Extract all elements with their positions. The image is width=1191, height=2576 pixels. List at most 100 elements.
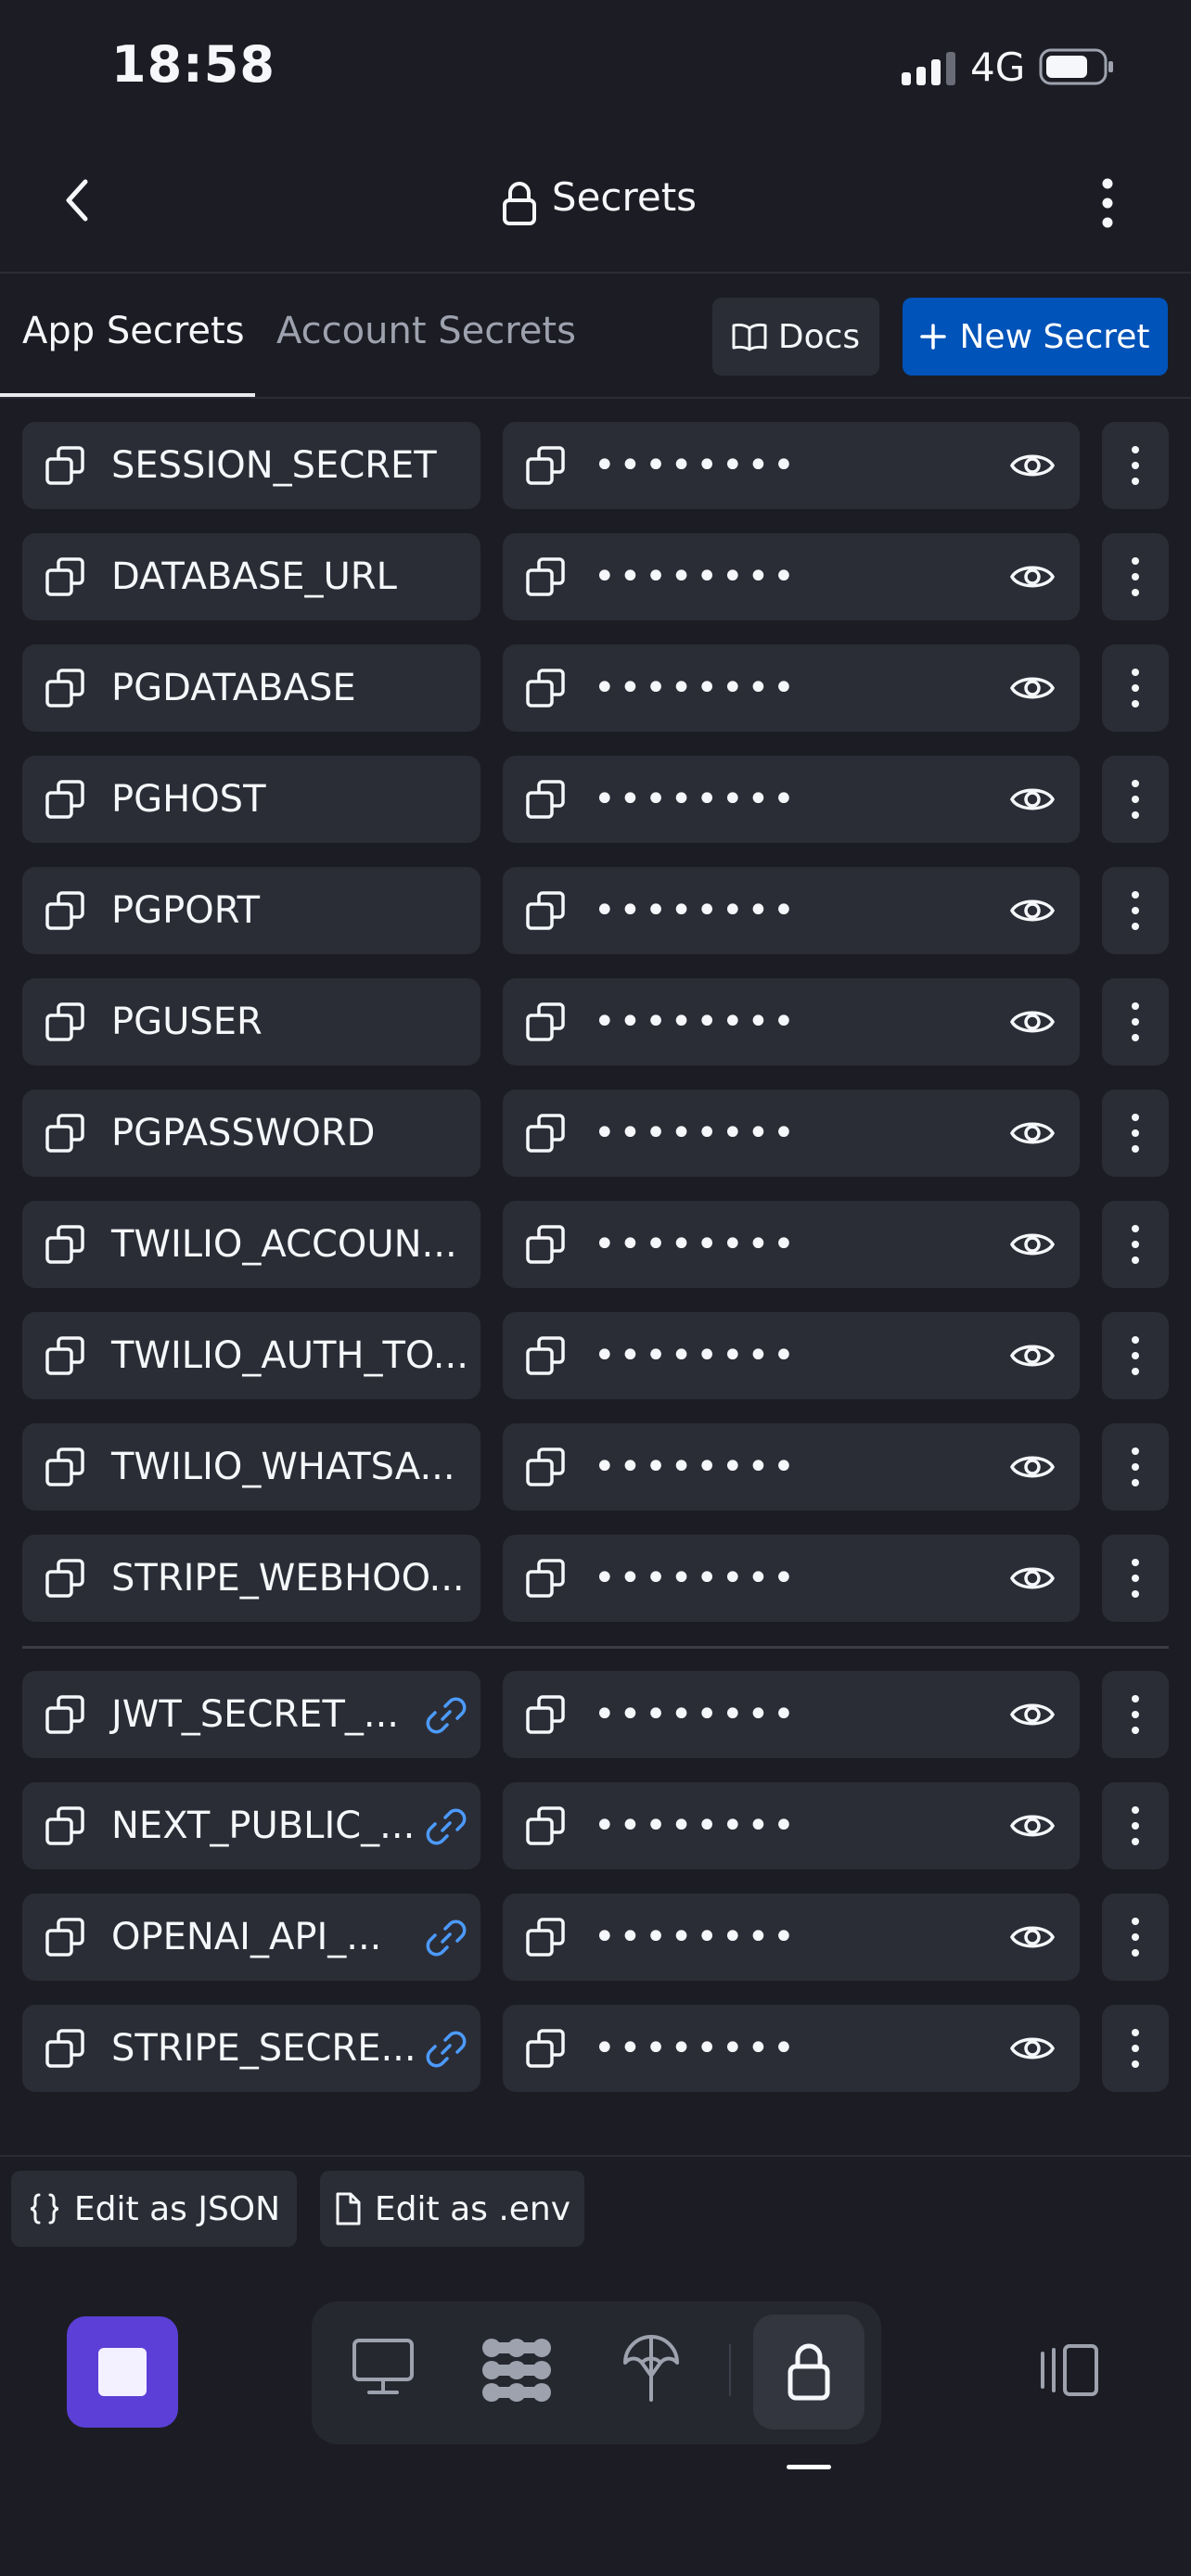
eye-icon[interactable] — [1009, 781, 1056, 818]
header-menu-button[interactable] — [1095, 176, 1121, 230]
edit-as-json-button[interactable]: Edit as JSON — [11, 2171, 297, 2247]
link-icon — [426, 1919, 467, 1957]
nav-workflow-button[interactable] — [480, 2337, 553, 2404]
secret-more-button[interactable] — [1102, 1090, 1169, 1177]
edit-as-env-button[interactable]: Edit as .env — [320, 2171, 584, 2247]
secret-more-button[interactable] — [1102, 756, 1169, 843]
battery-icon — [1039, 48, 1115, 85]
secret-more-button[interactable] — [1102, 978, 1169, 1065]
edit-as-json-label: Edit as JSON — [73, 2189, 281, 2228]
secret-more-button[interactable] — [1102, 422, 1169, 509]
secret-key-cell[interactable]: STRIPE_SECRE... — [22, 2005, 480, 2092]
eye-icon[interactable] — [1009, 558, 1056, 595]
eye-icon[interactable] — [1009, 1115, 1056, 1152]
secret-key-cell[interactable]: OPENAI_API_... — [22, 1894, 480, 1981]
secret-value-masked: •••••••• — [594, 1557, 799, 1600]
new-secret-label: New Secret — [959, 317, 1150, 356]
secret-key-cell[interactable]: TWILIO_WHATSA... — [22, 1423, 480, 1511]
copy-icon — [45, 1002, 84, 1041]
secret-key-cell[interactable]: PGDATABASE — [22, 644, 480, 732]
copy-icon — [526, 446, 565, 485]
page-title: Secrets — [551, 174, 698, 220]
secret-more-button[interactable] — [1102, 1201, 1169, 1288]
secret-key-cell[interactable]: PGPORT — [22, 867, 480, 954]
secret-value-cell[interactable]: •••••••• — [503, 1671, 1080, 1758]
secret-value-cell[interactable]: •••••••• — [503, 533, 1080, 620]
eye-icon[interactable] — [1009, 1696, 1056, 1733]
panel-toggle-button[interactable] — [1035, 2342, 1102, 2398]
secret-more-button[interactable] — [1102, 644, 1169, 732]
secret-value-cell[interactable]: •••••••• — [503, 756, 1080, 843]
vertical-dots-icon — [1132, 891, 1139, 930]
secret-more-button[interactable] — [1102, 1671, 1169, 1758]
secret-value-cell[interactable]: •••••••• — [503, 1090, 1080, 1177]
secret-key-cell[interactable]: TWILIO_AUTH_TO... — [22, 1312, 480, 1399]
eye-icon[interactable] — [1009, 1807, 1056, 1844]
secret-value-cell[interactable]: •••••••• — [503, 422, 1080, 509]
secret-value-cell[interactable]: •••••••• — [503, 1782, 1080, 1869]
tab-app-secrets[interactable]: App Secrets — [22, 310, 245, 352]
secret-key-label: TWILIO_WHATSA... — [111, 1446, 455, 1488]
nav-secrets-button[interactable] — [753, 2315, 864, 2429]
secret-more-button[interactable] — [1102, 1894, 1169, 1981]
eye-icon[interactable] — [1009, 1448, 1056, 1486]
secret-more-button[interactable] — [1102, 1535, 1169, 1622]
secret-value-cell[interactable]: •••••••• — [503, 867, 1080, 954]
vertical-dots-icon — [1132, 669, 1139, 708]
secret-more-button[interactable] — [1102, 1423, 1169, 1511]
secret-value-masked: •••••••• — [594, 778, 799, 821]
secret-key-cell[interactable]: JWT_SECRET_... — [22, 1671, 480, 1758]
secret-key-label: DATABASE_URL — [111, 555, 397, 598]
copy-icon — [45, 780, 84, 819]
nav-desktop-button[interactable] — [351, 2337, 416, 2396]
secret-value-cell[interactable]: •••••••• — [503, 1312, 1080, 1399]
secret-more-button[interactable] — [1102, 2005, 1169, 2092]
secret-more-button[interactable] — [1102, 1782, 1169, 1869]
active-nav-indicator — [787, 2465, 831, 2469]
secret-value-cell[interactable]: •••••••• — [503, 1423, 1080, 1511]
eye-icon[interactable] — [1009, 2030, 1056, 2067]
secret-key-cell[interactable]: SESSION_SECRET — [22, 422, 480, 509]
secret-value-cell[interactable]: •••••••• — [503, 1535, 1080, 1622]
copy-icon — [526, 1114, 565, 1153]
eye-icon[interactable] — [1009, 1003, 1056, 1040]
secret-key-cell[interactable]: DATABASE_URL — [22, 533, 480, 620]
secret-key-cell[interactable]: PGPASSWORD — [22, 1090, 480, 1177]
secret-key-label: PGHOST — [111, 778, 266, 821]
copy-icon — [526, 1559, 565, 1598]
secret-key-label: SESSION_SECRET — [111, 444, 437, 487]
secret-value-cell[interactable]: •••••••• — [503, 978, 1080, 1065]
copy-icon — [526, 1806, 565, 1845]
docs-button[interactable]: Docs — [712, 298, 879, 376]
eye-icon[interactable] — [1009, 447, 1056, 484]
secret-key-cell[interactable]: NEXT_PUBLIC_... — [22, 1782, 480, 1869]
new-secret-button[interactable]: New Secret — [903, 298, 1168, 376]
secret-value-cell[interactable]: •••••••• — [503, 2005, 1080, 2092]
secret-key-cell[interactable]: STRIPE_WEBHOO... — [22, 1535, 480, 1622]
secret-value-cell[interactable]: •••••••• — [503, 1201, 1080, 1288]
secret-value-masked: •••••••• — [594, 1001, 799, 1043]
secret-more-button[interactable] — [1102, 867, 1169, 954]
copy-icon — [526, 669, 565, 708]
secret-key-cell[interactable]: PGUSER — [22, 978, 480, 1065]
secret-value-cell[interactable]: •••••••• — [503, 644, 1080, 732]
vertical-dots-icon — [1132, 780, 1139, 819]
eye-icon[interactable] — [1009, 892, 1056, 929]
eye-icon[interactable] — [1009, 1560, 1056, 1597]
secret-value-cell[interactable]: •••••••• — [503, 1894, 1080, 1981]
secret-more-button[interactable] — [1102, 1312, 1169, 1399]
stop-button[interactable] — [67, 2316, 178, 2428]
secret-key-cell[interactable]: TWILIO_ACCOUN... — [22, 1201, 480, 1288]
eye-icon[interactable] — [1009, 1919, 1056, 1956]
plus-icon — [920, 324, 947, 350]
eye-icon[interactable] — [1009, 1337, 1056, 1374]
signal-icon — [902, 52, 961, 87]
secret-more-button[interactable] — [1102, 533, 1169, 620]
tab-account-secrets[interactable]: Account Secrets — [276, 310, 576, 352]
eye-icon[interactable] — [1009, 670, 1056, 707]
book-icon — [732, 323, 767, 351]
eye-icon[interactable] — [1009, 1226, 1056, 1263]
nav-deploy-button[interactable] — [621, 2335, 681, 2404]
copy-icon — [526, 1695, 565, 1734]
secret-key-cell[interactable]: PGHOST — [22, 756, 480, 843]
